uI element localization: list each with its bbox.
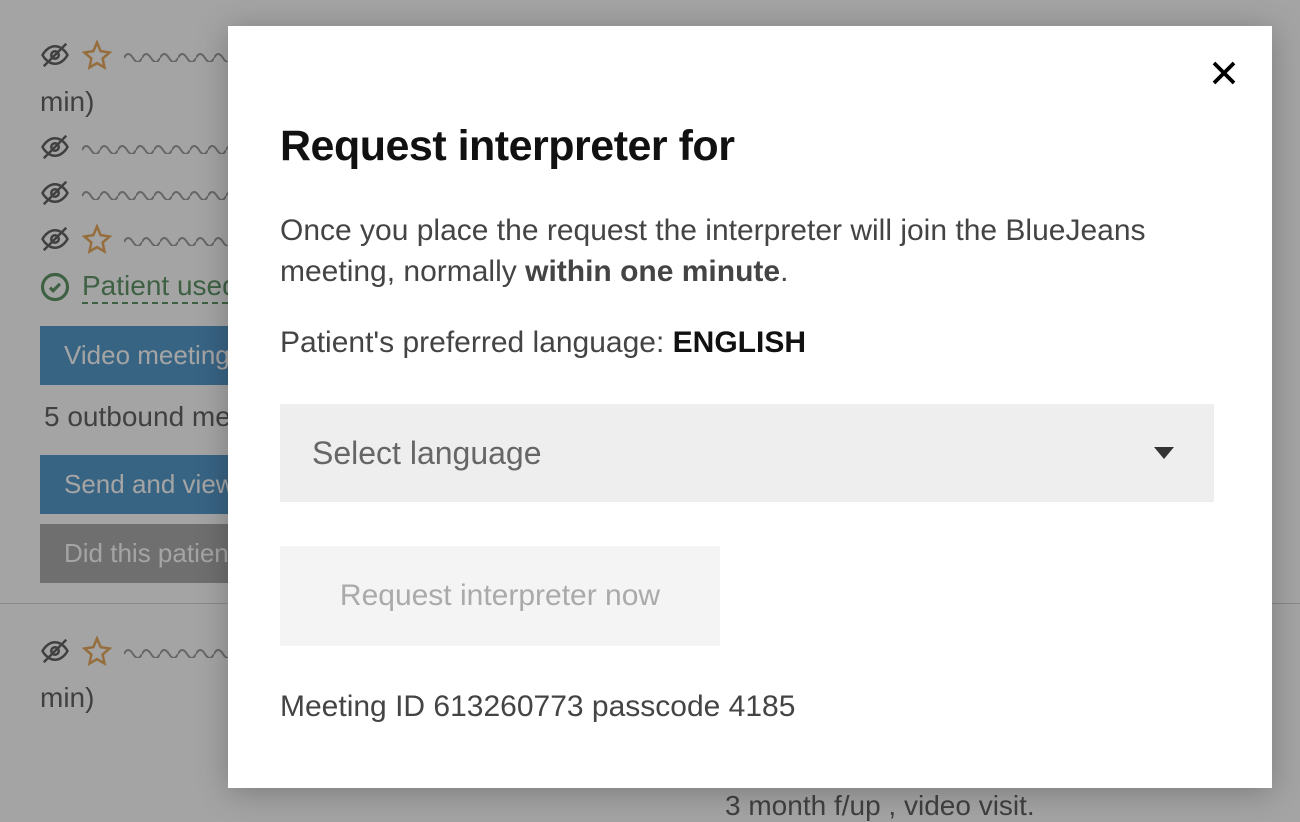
- desc-after: .: [780, 255, 788, 288]
- request-interpreter-button[interactable]: Request interpreter now: [280, 546, 720, 646]
- close-icon: [1209, 58, 1239, 91]
- request-interpreter-modal: Request interpreter for Once you place t…: [228, 26, 1272, 788]
- meeting-info: Meeting ID 613260773 passcode 4185: [280, 690, 1220, 724]
- desc-bold: within one minute: [525, 255, 780, 288]
- preferred-language-value: ENGLISH: [673, 326, 806, 359]
- chevron-down-icon: [1154, 447, 1174, 459]
- preferred-language-row: Patient's preferred language: ENGLISH: [280, 326, 1220, 360]
- close-button[interactable]: [1200, 50, 1248, 98]
- language-select[interactable]: Select language: [280, 404, 1214, 502]
- modal-description: Once you place the request the interpret…: [280, 211, 1220, 292]
- language-select-placeholder: Select language: [312, 435, 542, 472]
- modal-title: Request interpreter for: [280, 122, 1220, 171]
- preferred-language-label: Patient's preferred language:: [280, 326, 673, 359]
